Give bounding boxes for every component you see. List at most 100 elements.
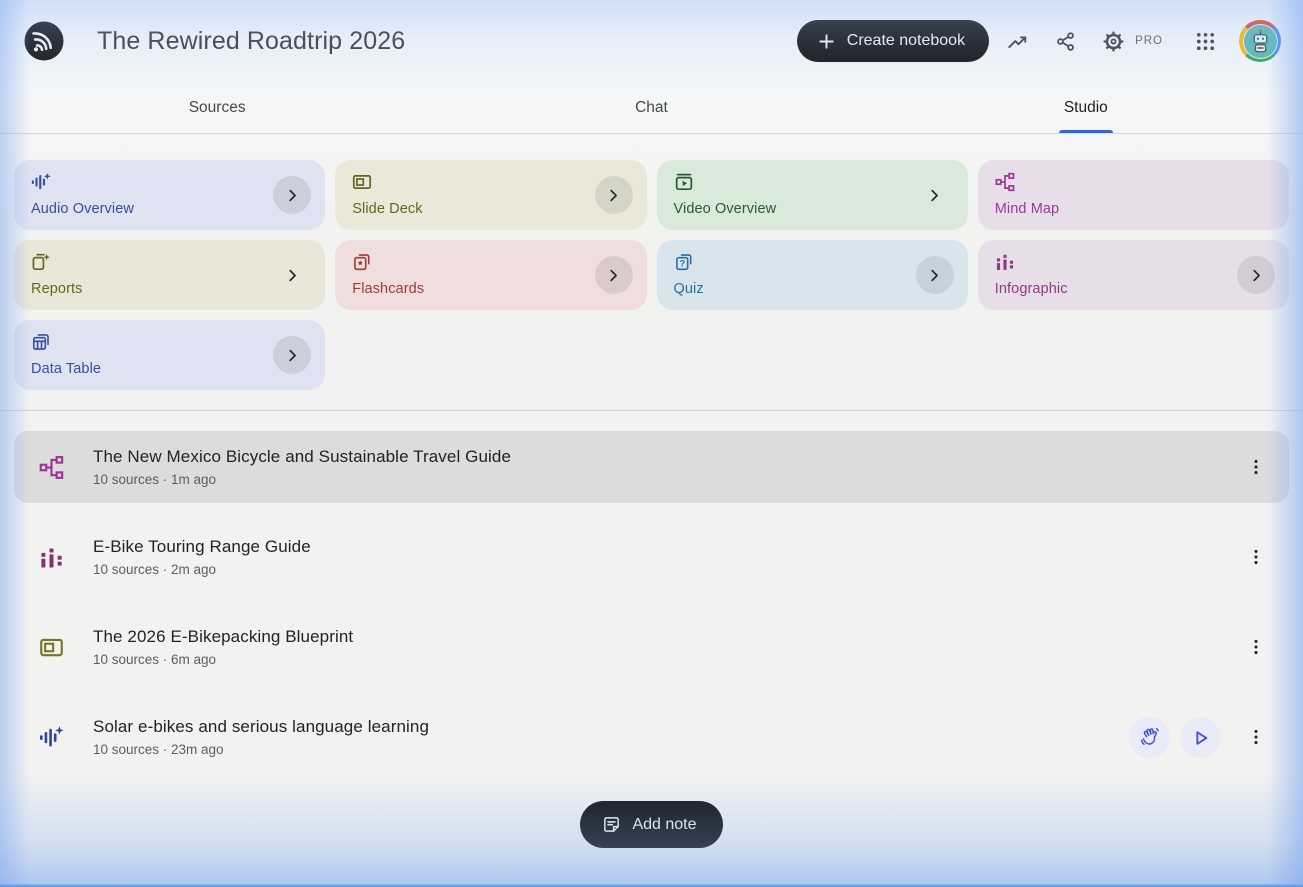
card-label: Data Table <box>31 361 102 377</box>
notebooklm-studio-page: The Rewired Roadtrip 2026 Create noteboo… <box>0 0 1303 887</box>
artifact-row-mind-map[interactable]: The New Mexico Bicycle and Sustainable T… <box>14 431 1289 503</box>
tab-sources[interactable]: Sources <box>0 82 434 133</box>
artifact-actions <box>1231 628 1275 666</box>
create-notebook-label: Create notebook <box>846 32 966 49</box>
more-options-button[interactable] <box>1237 448 1275 486</box>
kebab-menu-icon <box>1247 548 1265 566</box>
mind-map-icon <box>995 172 1015 192</box>
card-label: Reports <box>31 281 83 297</box>
artifact-text: Solar e-bikes and serious language learn… <box>93 717 429 757</box>
card-label: Audio Overview <box>31 201 134 217</box>
account-avatar[interactable] <box>1239 20 1281 62</box>
artifact-title: The New Mexico Bicycle and Sustainable T… <box>93 447 512 466</box>
artifact-actions <box>1231 538 1275 576</box>
artifact-text: The New Mexico Bicycle and Sustainable T… <box>93 447 511 487</box>
card-label: Quiz <box>673 281 704 297</box>
create-notebook-button[interactable]: Create notebook <box>796 20 990 62</box>
share-button[interactable] <box>1045 21 1085 61</box>
google-apps-button[interactable] <box>1185 21 1225 61</box>
studio-card-slide-deck[interactable]: Slide Deck <box>335 160 647 230</box>
artifact-row-audio-overview[interactable]: Solar e-bikes and serious language learn… <box>14 701 1289 773</box>
studio-card-data-table[interactable]: Data Table <box>14 320 326 390</box>
card-label: Slide Deck <box>352 201 423 217</box>
card-label: Infographic <box>994 281 1068 297</box>
reports-icon <box>31 252 51 272</box>
card-label: Flashcards <box>352 281 425 297</box>
chevron-right-icon[interactable] <box>273 256 311 294</box>
plus-icon <box>817 32 836 51</box>
kebab-menu-icon <box>1247 728 1265 746</box>
artifact-meta: 10 sources · 23m ago <box>93 742 224 757</box>
card-label: Mind Map <box>994 201 1060 217</box>
studio-card-mind-map[interactable]: Mind Map <box>977 160 1289 230</box>
apps-grid-icon <box>1195 31 1216 52</box>
data-table-icon <box>31 332 51 352</box>
kebab-menu-icon <box>1247 638 1265 656</box>
robot-avatar-icon <box>1247 28 1274 55</box>
add-note-row: Add note <box>0 791 1303 848</box>
flashcards-icon <box>352 252 372 272</box>
studio-card-reports[interactable]: Reports <box>14 240 326 310</box>
tab-chat[interactable]: Chat <box>434 82 868 133</box>
add-note-button[interactable]: Add note <box>580 801 723 848</box>
studio-cards-grid: Audio Overview Slide Deck Video Overview… <box>0 134 1303 410</box>
notebooklm-logo-icon[interactable] <box>24 21 64 61</box>
gear-icon <box>1103 31 1124 52</box>
chevron-right-icon[interactable] <box>916 176 954 214</box>
more-options-button[interactable] <box>1237 538 1275 576</box>
play-audio-button[interactable] <box>1180 716 1221 758</box>
play-icon <box>1190 727 1211 748</box>
artifact-title: E-Bike Touring Range Guide <box>93 537 311 556</box>
infographic-icon <box>39 545 64 570</box>
artifact-meta: 10 sources · 6m ago <box>93 652 217 667</box>
header-actions: Create notebook PRO <box>796 20 1281 62</box>
chevron-right-icon[interactable] <box>915 256 954 294</box>
artifact-meta: 10 sources · 1m ago <box>93 472 217 487</box>
artifact-row-slide-deck[interactable]: The 2026 E-Bikepacking Blueprint 10 sour… <box>14 611 1289 683</box>
avatar-image <box>1242 23 1278 59</box>
artifact-row-infographic[interactable]: E-Bike Touring Range Guide 10 sources · … <box>14 521 1289 593</box>
infographic-icon <box>995 252 1015 272</box>
artifact-text: E-Bike Touring Range Guide 10 sources · … <box>93 537 311 577</box>
chevron-right-icon[interactable] <box>273 336 312 374</box>
slide-deck-icon <box>352 172 372 192</box>
artifact-meta: 10 sources · 2m ago <box>93 562 217 577</box>
more-options-button[interactable] <box>1237 718 1275 756</box>
settings-button[interactable] <box>1093 21 1133 61</box>
waving-hand-icon <box>1139 727 1160 748</box>
note-icon <box>602 815 621 834</box>
slide-deck-icon <box>39 635 64 660</box>
notebook-title[interactable]: The Rewired Roadtrip 2026 <box>97 27 405 56</box>
studio-card-video-overview[interactable]: Video Overview <box>656 160 968 230</box>
app-header: The Rewired Roadtrip 2026 Create noteboo… <box>0 0 1303 82</box>
chevron-right-icon[interactable] <box>594 176 633 214</box>
audio-overview-icon <box>31 172 51 192</box>
chevron-right-icon[interactable] <box>594 256 633 294</box>
studio-card-flashcards[interactable]: Flashcards <box>335 240 647 310</box>
more-options-button[interactable] <box>1237 628 1275 666</box>
video-overview-icon <box>674 172 694 192</box>
main-tabbar: Sources Chat Studio <box>0 82 1303 134</box>
artifact-actions <box>1231 448 1275 486</box>
mind-map-icon <box>39 455 64 480</box>
artifact-text: The 2026 E-Bikepacking Blueprint 10 sour… <box>93 627 353 667</box>
add-note-label: Add note <box>632 815 697 833</box>
artifact-actions <box>1129 716 1275 758</box>
artifact-list: The New Mexico Bicycle and Sustainable T… <box>0 411 1303 773</box>
interactive-mode-button[interactable] <box>1129 716 1170 758</box>
studio-card-audio-overview[interactable]: Audio Overview <box>14 160 326 230</box>
chevron-right-icon[interactable] <box>1237 256 1275 294</box>
artifact-title: Solar e-bikes and serious language learn… <box>93 717 430 736</box>
chevron-right-icon[interactable] <box>273 176 312 214</box>
trending-up-icon <box>1007 31 1028 52</box>
card-label: Video Overview <box>673 201 777 217</box>
artifact-title: The 2026 E-Bikepacking Blueprint <box>93 627 354 646</box>
audio-overview-icon <box>39 725 64 750</box>
studio-card-quiz[interactable]: Quiz <box>656 240 968 310</box>
studio-card-infographic[interactable]: Infographic <box>977 240 1289 310</box>
quiz-icon <box>674 252 694 272</box>
pro-badge: PRO <box>1135 35 1163 47</box>
tab-studio[interactable]: Studio <box>869 82 1303 133</box>
analytics-button[interactable] <box>997 21 1037 61</box>
share-icon <box>1055 31 1076 52</box>
